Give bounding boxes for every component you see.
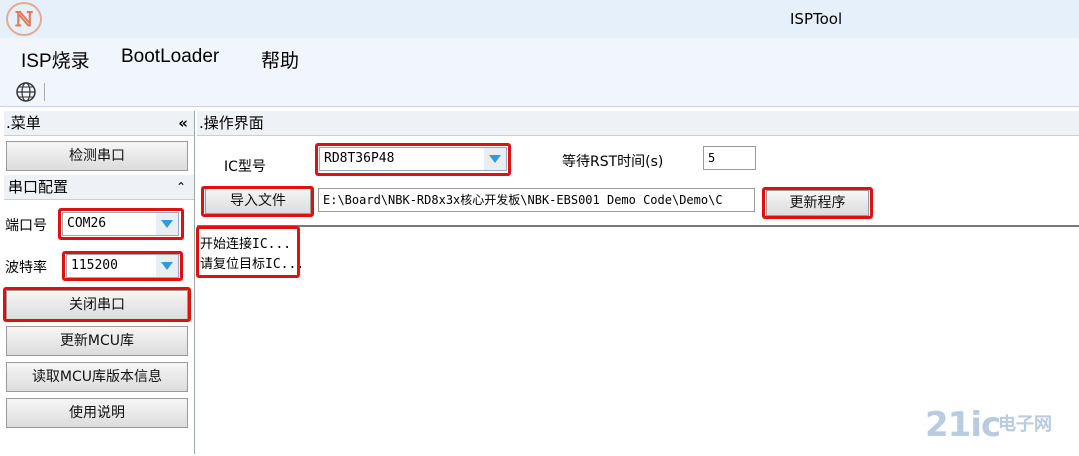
dropdown-arrow-icon[interactable] (156, 213, 178, 235)
dropdown-arrow-icon[interactable] (156, 255, 178, 277)
toolbar (0, 78, 1079, 107)
update-mcu-button[interactable]: 更新MCU库 (6, 326, 188, 356)
toolbar-separator (44, 83, 45, 101)
read-mcu-version-button[interactable]: 读取MCU库版本信息 (6, 362, 188, 392)
port-select[interactable]: COM26 (62, 212, 179, 236)
close-port-button[interactable]: 关闭串口 (6, 290, 188, 320)
menu-panel-title: .菜单 (6, 114, 41, 132)
update-program-button[interactable]: 更新程序 (766, 190, 869, 216)
import-file-button[interactable]: 导入文件 (205, 188, 311, 214)
port-value: COM26 (67, 216, 107, 231)
help-button[interactable]: 使用说明 (6, 398, 188, 428)
collapse-icon[interactable]: « (178, 111, 188, 135)
serial-config-title: 串口配置 (8, 178, 69, 196)
globe-icon[interactable] (15, 81, 37, 103)
file-path-field[interactable]: E:\Board\NBK-RD8x3x核心开发板\NBK-EBS001 Demo… (318, 188, 755, 212)
serial-config-header[interactable]: 串口配置 ⌃ (4, 175, 194, 200)
chevron-up-icon[interactable]: ⌃ (176, 175, 186, 199)
watermark-sub: 电子网 (998, 414, 1052, 435)
ic-model-select[interactable]: RD8T36P48 (319, 147, 507, 171)
baud-value: 115200 (71, 258, 118, 273)
wait-rst-input[interactable]: 5 (703, 146, 756, 170)
operation-panel-header: .操作界面 (197, 111, 1079, 136)
menu-bootloader[interactable]: BootLoader (121, 46, 219, 68)
dropdown-arrow-icon[interactable] (484, 148, 506, 170)
app-logo-icon: ℕ (6, 2, 42, 36)
menu-panel-header: .菜单 « (4, 111, 194, 136)
menu-help[interactable]: 帮助 (261, 46, 299, 73)
window-title: ISPTool (790, 10, 843, 28)
watermark-logo: 21ic (925, 405, 1001, 445)
log-line: 请复位目标IC... (200, 257, 305, 272)
ic-model-value: RD8T36P48 (324, 151, 395, 166)
port-label: 端口号 (5, 218, 47, 234)
wait-rst-label: 等待RST时间(s) (562, 154, 664, 170)
baud-label: 波特率 (5, 260, 47, 276)
operation-panel-title: .操作界面 (199, 114, 264, 132)
menu-isp[interactable]: ISP烧录 (21, 46, 90, 73)
title-bar (0, 0, 1079, 38)
log-line: 开始连接IC... (200, 237, 292, 252)
ic-model-label: IC型号 (224, 159, 266, 175)
detect-port-button[interactable]: 检测串口 (6, 141, 188, 171)
baud-select[interactable]: 115200 (66, 254, 179, 278)
